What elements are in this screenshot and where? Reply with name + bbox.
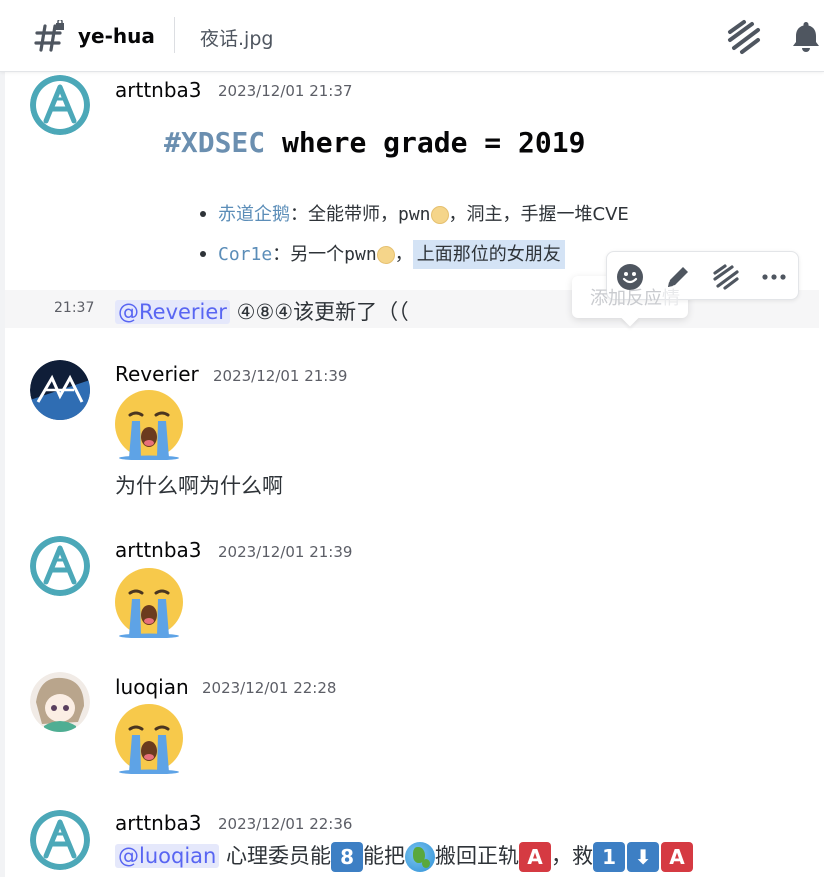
username[interactable]: Reverier bbox=[115, 362, 199, 386]
message-timestamp: 2023/12/01 22:28 bbox=[202, 679, 337, 697]
more-options-button[interactable] bbox=[759, 262, 789, 292]
avatar[interactable] bbox=[30, 810, 90, 870]
avatar[interactable] bbox=[30, 536, 90, 596]
channel-header: ye-hua 夜话.jpg bbox=[0, 0, 824, 72]
crying-face-emoji-icon bbox=[115, 704, 183, 774]
username[interactable]: arttnba3 bbox=[115, 811, 202, 835]
list-item: 赤道企鹅：全能带师，pwn ，洞主，手握一堆CVE bbox=[200, 200, 629, 226]
message-content: 为什么啊为什么啊 bbox=[115, 474, 283, 498]
avatar[interactable] bbox=[30, 75, 90, 135]
channel-name: ye-hua bbox=[78, 24, 155, 48]
left-rail bbox=[0, 72, 5, 877]
message-timestamp: 2023/12/01 22:36 bbox=[218, 815, 353, 833]
old-man-emoji-icon bbox=[430, 206, 449, 224]
message-timestamp: 21:37 bbox=[54, 300, 95, 316]
letter-a-emoji-icon: A bbox=[661, 842, 694, 872]
notification-bell-icon[interactable] bbox=[788, 18, 824, 54]
avatar[interactable] bbox=[30, 672, 90, 732]
letter-a-emoji-icon: A bbox=[519, 842, 552, 872]
message-timestamp: 2023/12/01 21:37 bbox=[218, 82, 353, 100]
message-timestamp: 2023/12/01 21:39 bbox=[213, 367, 348, 385]
avatar[interactable] bbox=[30, 360, 90, 420]
username[interactable]: arttnba3 bbox=[115, 78, 202, 102]
threads-icon[interactable] bbox=[724, 18, 764, 58]
highlighted-text: 上面那位的女朋友 bbox=[412, 240, 565, 269]
message-content: @luoqian 心理委员能 8 能把 搬回正轨 A ，救 1 ⬇ A bbox=[115, 840, 694, 872]
keycap-1-emoji-icon: 1 bbox=[593, 842, 626, 872]
crying-face-emoji-icon bbox=[115, 390, 183, 460]
create-thread-button[interactable] bbox=[711, 262, 741, 292]
old-man-emoji-icon bbox=[376, 246, 395, 264]
threads-icon bbox=[713, 264, 739, 290]
message-timestamp: 2023/12/01 21:39 bbox=[218, 543, 353, 561]
username[interactable]: arttnba3 bbox=[115, 538, 202, 562]
message-content: @Reverier ④⑧④该更新了（（ bbox=[115, 296, 409, 326]
username[interactable]: luoqian bbox=[115, 675, 189, 699]
user-mention[interactable]: @luoqian bbox=[115, 844, 220, 868]
header-divider bbox=[174, 17, 175, 53]
list-item: Cor1e：另一个pwn，上面那位的女朋友 bbox=[200, 240, 565, 269]
thread-hash-icon bbox=[34, 20, 64, 52]
markdown-heading: #XDSEC where grade = 2019 bbox=[164, 126, 586, 159]
user-mention[interactable]: @Reverier bbox=[115, 300, 230, 324]
tooltip-text: 添加反应情 bbox=[590, 288, 680, 309]
channel-topic[interactable]: 夜话.jpg bbox=[200, 24, 273, 51]
crying-face-emoji-icon bbox=[115, 568, 183, 638]
more-dots-icon bbox=[762, 274, 786, 280]
keycap-8-emoji-icon: 8 bbox=[331, 842, 364, 872]
globe-emoji-icon bbox=[405, 842, 436, 872]
down-arrow-emoji-icon: ⬇ bbox=[627, 842, 660, 872]
